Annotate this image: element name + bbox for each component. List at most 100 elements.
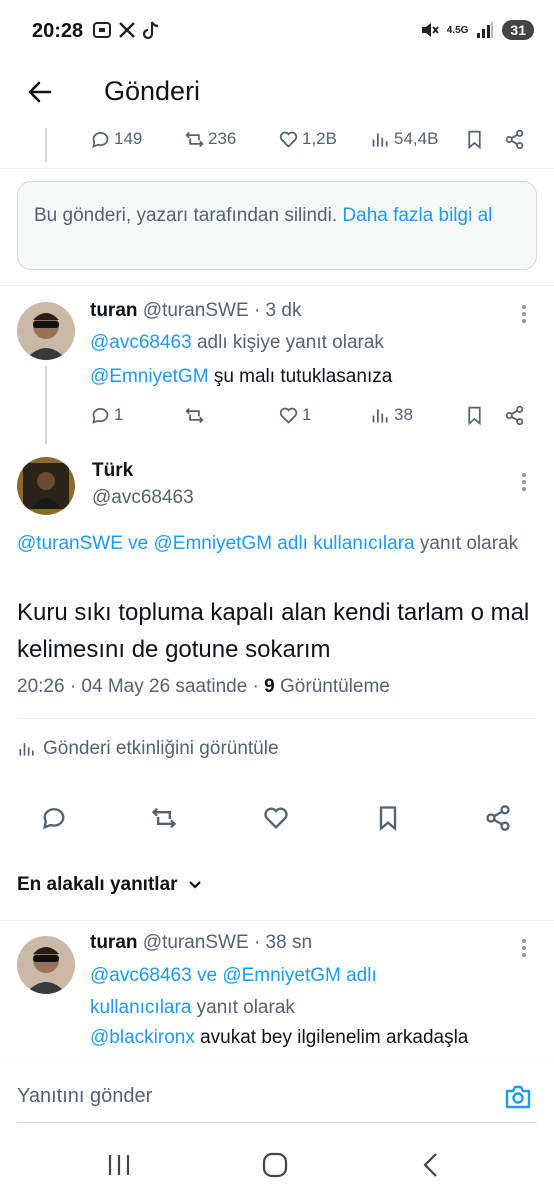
share-icon [505, 129, 524, 149]
post-activity-link[interactable]: Gönderi etkinliğini görüntüle [17, 738, 279, 760]
reply-button[interactable]: 1 [90, 405, 123, 426]
views-button[interactable]: 38 [370, 405, 413, 426]
like-button[interactable]: 1 [278, 405, 311, 426]
sort-label: En alakalı yanıtlar [17, 874, 178, 895]
camera-button[interactable] [502, 1081, 534, 1113]
reply-text: @EmniyetGM şu malı tutuklasanıza [90, 361, 392, 393]
reply-to-suffix: yanıt olarak [419, 533, 519, 554]
like-count: 1 [302, 405, 312, 424]
divider [0, 920, 554, 921]
bookmark-icon [468, 406, 481, 425]
system-icons: 4.5G 31 [419, 20, 534, 40]
main-tweet-actions [40, 802, 520, 834]
mute-icon [421, 23, 439, 37]
mention-link[interactable]: @blackironx [90, 1027, 195, 1048]
bookmark-button[interactable] [374, 804, 402, 832]
tweet-text: Kuru sıkı topluma kapalı alan kendi tarl… [17, 599, 530, 663]
battery-indicator: 31 [502, 20, 534, 40]
like-count: 1,2B [302, 129, 337, 148]
divider [17, 1122, 537, 1123]
mention-link[interactable]: @EmniyetGM [90, 366, 209, 387]
arrow-left-icon [28, 81, 52, 103]
heart-icon [279, 131, 298, 148]
views-button[interactable]: 54,4B [370, 129, 438, 150]
views-count: 9 [264, 676, 275, 697]
notification-icons [92, 20, 160, 40]
recents-icon [108, 1155, 130, 1175]
share-button[interactable] [504, 129, 525, 150]
sort-replies-dropdown[interactable]: En alakalı yanıtlar [17, 874, 204, 896]
reply-icon [92, 131, 109, 148]
more-options-button[interactable] [512, 470, 536, 494]
system-back-button[interactable] [416, 1150, 446, 1180]
recent-apps-button[interactable] [104, 1150, 134, 1180]
bookmark-button[interactable] [464, 405, 485, 426]
back-button[interactable] [22, 74, 58, 110]
reply-to-links[interactable]: @avc68463 ve @EmniyetGM adlı [90, 960, 530, 992]
views-count: 38 [394, 405, 413, 424]
user-handle[interactable]: @turanSWE [143, 300, 249, 321]
views-chart-icon [372, 132, 388, 146]
reply-context: @avc68463 adlı kişiye yanıt olarak [90, 327, 384, 359]
reply-input[interactable]: Yanıtını gönder [17, 1085, 152, 1108]
user-handle[interactable]: @turanSWE [143, 932, 249, 953]
network-type: 4.5G [446, 24, 469, 36]
reply-body: avukat bey ilgilenelim arkadaşla [200, 1027, 469, 1048]
page-title: Gönderi [104, 76, 201, 106]
display-name[interactable]: turan [90, 932, 138, 953]
repost-button[interactable]: 236 [184, 129, 236, 150]
reply-button[interactable]: 149 [90, 129, 142, 150]
heart-icon [264, 807, 288, 829]
post-time: · 3 dk [253, 300, 302, 321]
reply2-header: turan @turanSWE · 38 sn [90, 932, 312, 954]
avatar[interactable] [17, 936, 75, 994]
views-count: 54,4B [394, 129, 439, 148]
system-nav-bar [0, 1130, 554, 1200]
divider [17, 718, 537, 719]
reply1-header: turan @turanSWE · 3 dk [90, 300, 301, 322]
repost-button[interactable] [184, 405, 205, 426]
reply-count: 1 [114, 405, 124, 424]
analytics-icon [19, 743, 34, 756]
views-label: Görüntüleme [280, 676, 390, 697]
reply-icon [92, 407, 109, 424]
user-handle[interactable]: @avc68463 [92, 487, 194, 509]
avatar[interactable] [17, 302, 75, 360]
more-options-button[interactable] [512, 302, 536, 326]
reply-icon [43, 808, 65, 830]
more-vertical-icon [522, 305, 526, 323]
heart-icon [279, 407, 298, 424]
home-button[interactable] [260, 1150, 290, 1180]
home-icon [262, 1152, 288, 1178]
repost-button[interactable] [150, 804, 178, 832]
reply-button[interactable] [40, 804, 68, 832]
repost-count: 236 [208, 129, 237, 148]
x-logo-icon [119, 22, 135, 38]
avatar[interactable] [17, 457, 75, 515]
thread-line [45, 366, 47, 444]
divider [0, 285, 554, 286]
reply-count: 149 [114, 129, 143, 148]
reply-to-link[interactable]: @avc68463 [90, 332, 192, 353]
learn-more-link[interactable]: Daha fazla bilgi al [342, 205, 492, 226]
more-options-button[interactable] [512, 936, 536, 960]
thread-line [45, 128, 47, 162]
display-name[interactable]: Türk [92, 460, 133, 482]
reply-to-links[interactable]: @turanSWE ve @EmniyetGM adlı kullanıcıla… [17, 533, 415, 554]
timestamp[interactable]: 20:26 · 04 May 26 saatinde · [17, 676, 259, 697]
tiktok-icon [142, 21, 159, 40]
reply-to-link-cont[interactable]: kullanıcılara [90, 997, 191, 1018]
like-button[interactable] [262, 804, 290, 832]
share-button[interactable] [484, 804, 512, 832]
like-button[interactable]: 1,2B [278, 129, 337, 150]
bookmark-button[interactable] [464, 129, 485, 150]
display-name[interactable]: turan [90, 300, 138, 321]
more-vertical-icon [522, 939, 526, 957]
reply-context: @turanSWE ve @EmniyetGM adlı kullanıcıla… [17, 528, 537, 560]
prev-tweet-actions: 149 236 1,2B 54,4B [90, 126, 530, 152]
repost-icon [151, 807, 177, 829]
activity-label: Gönderi etkinliğini görüntüle [43, 738, 279, 759]
status-time: 20:28 [32, 20, 84, 42]
camera-icon [505, 1085, 531, 1109]
share-button[interactable] [504, 405, 525, 426]
